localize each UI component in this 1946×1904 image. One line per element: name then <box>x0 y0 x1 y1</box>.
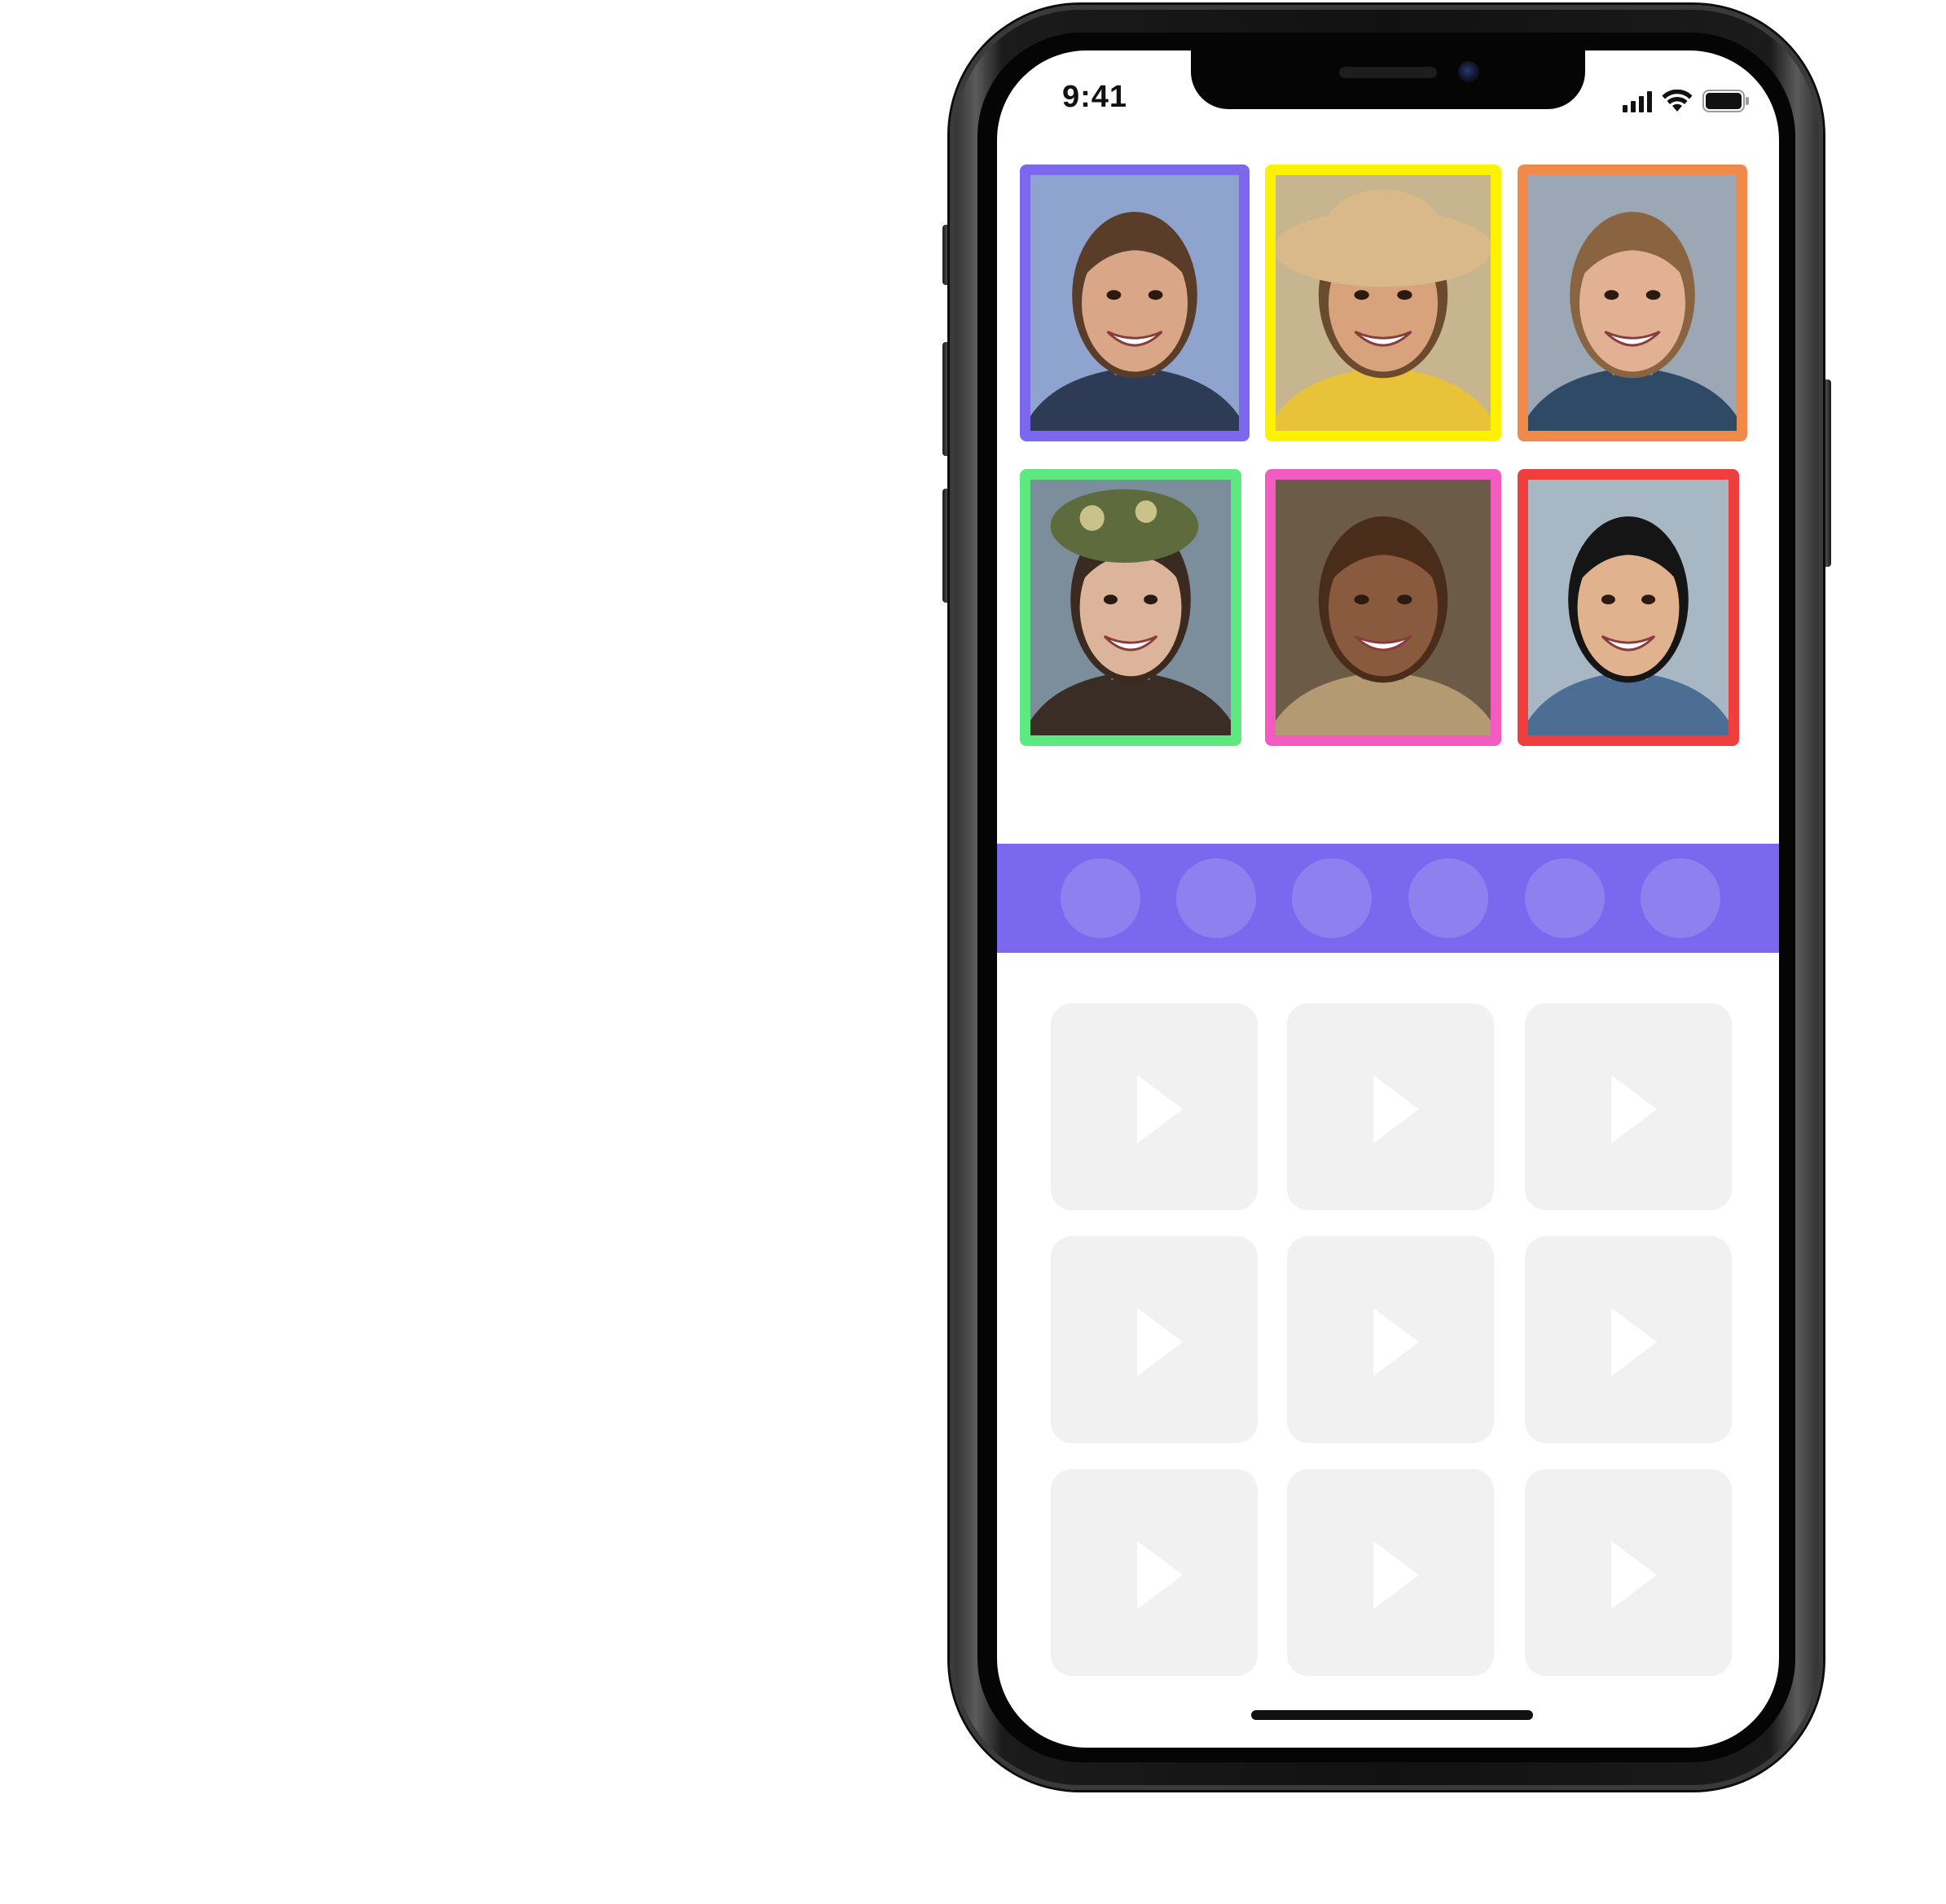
video-thumbnail[interactable] <box>1051 1236 1258 1443</box>
participant-video <box>1030 480 1231 735</box>
reaction-bar <box>997 844 1779 953</box>
video-thumbnail[interactable] <box>1051 1469 1258 1676</box>
play-icon <box>1611 1541 1657 1609</box>
video-thumbnail[interactable] <box>1051 1003 1258 1210</box>
participant-tile[interactable] <box>1020 165 1250 441</box>
participant-grid <box>997 50 1779 783</box>
video-thumbnail[interactable] <box>1525 1003 1732 1210</box>
reaction-button[interactable] <box>1292 858 1372 938</box>
play-icon <box>1611 1075 1657 1143</box>
participant-video <box>1276 480 1491 735</box>
play-icon <box>1137 1308 1183 1376</box>
play-icon <box>1611 1308 1657 1376</box>
reaction-button[interactable] <box>1408 858 1488 938</box>
video-thumbnail[interactable] <box>1287 1236 1494 1443</box>
participant-video <box>1528 175 1737 431</box>
play-icon <box>1137 1075 1183 1143</box>
play-icon <box>1373 1075 1419 1143</box>
video-thumbnail[interactable] <box>1287 1003 1494 1210</box>
participant-tile[interactable] <box>1020 469 1241 746</box>
participant-video <box>1276 175 1491 431</box>
phone-screen: 9:41 <box>997 50 1779 1748</box>
play-icon <box>1137 1541 1183 1609</box>
play-icon <box>1373 1308 1419 1376</box>
reaction-button[interactable] <box>1061 858 1140 938</box>
video-thumbnail[interactable] <box>1525 1469 1732 1676</box>
participant-tile[interactable] <box>1265 165 1501 441</box>
home-indicator[interactable] <box>1251 1710 1533 1720</box>
play-icon <box>1373 1541 1419 1609</box>
video-thumbnail[interactable] <box>1525 1236 1732 1443</box>
device-mockup: 9:41 <box>0 0 1946 1904</box>
participant-video <box>1528 480 1729 735</box>
participant-tile[interactable] <box>1518 165 1747 441</box>
reaction-button[interactable] <box>1641 858 1720 938</box>
participant-tile[interactable] <box>1518 469 1739 746</box>
participant-tile[interactable] <box>1265 469 1501 746</box>
participant-video <box>1030 175 1239 431</box>
video-thumbnail[interactable] <box>1287 1469 1494 1676</box>
reaction-button[interactable] <box>1176 858 1256 938</box>
reaction-button[interactable] <box>1525 858 1605 938</box>
